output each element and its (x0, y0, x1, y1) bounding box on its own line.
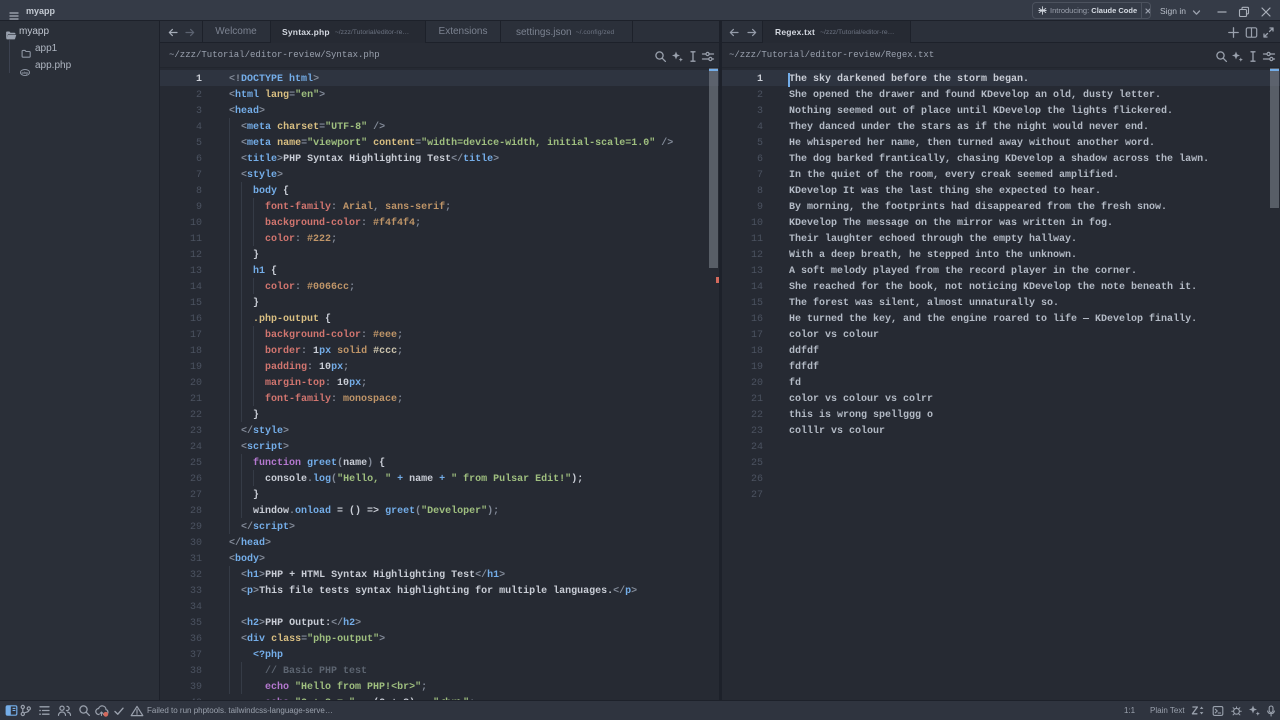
svg-text:php: php (22, 71, 30, 75)
